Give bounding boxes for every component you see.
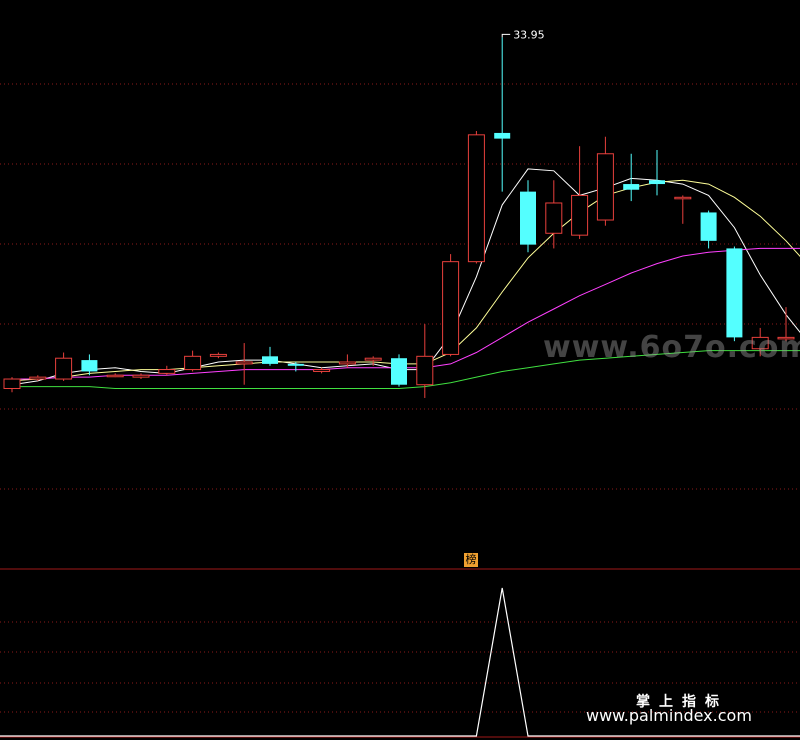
candle-body	[209, 353, 227, 357]
candle-body	[235, 361, 253, 365]
watermark: www.6o7o.com	[543, 330, 800, 365]
candle-body	[391, 358, 407, 385]
candle-body	[494, 132, 511, 139]
candle	[313, 367, 331, 374]
candle	[132, 373, 150, 380]
candle-body	[416, 355, 434, 386]
candle-body	[467, 134, 485, 263]
candle	[29, 375, 47, 381]
candle-body	[29, 376, 47, 380]
candle	[106, 373, 124, 378]
candle	[262, 346, 278, 366]
candle	[649, 149, 665, 196]
candle-body	[364, 357, 382, 361]
candle-body	[184, 355, 202, 371]
candle-body	[700, 212, 717, 241]
candle-body	[649, 180, 665, 185]
candle	[235, 343, 253, 385]
candle	[571, 146, 589, 239]
candle	[391, 354, 407, 387]
candle-body	[623, 184, 640, 190]
candle-body	[287, 363, 304, 366]
candle	[158, 365, 176, 376]
candle	[209, 352, 227, 359]
max-price-leader	[501, 33, 511, 38]
indicator-badge: 榜	[464, 553, 478, 567]
candle	[55, 352, 73, 381]
candle-body	[442, 261, 460, 355]
candle	[520, 180, 536, 253]
candle-body	[596, 153, 614, 221]
candle-body	[262, 356, 278, 364]
candle-body	[158, 369, 176, 374]
candle-body	[571, 194, 589, 236]
candle	[623, 153, 640, 202]
stock-chart: 33.95	[0, 28, 800, 738]
candle-body	[313, 369, 331, 372]
brand-url: www.palmindex.com	[586, 706, 752, 725]
candle-body	[3, 378, 21, 389]
candle-body	[106, 374, 124, 378]
candle	[674, 195, 692, 224]
candle	[184, 350, 202, 372]
candle-body	[520, 191, 536, 245]
candle-body	[726, 248, 743, 338]
candle-body	[674, 196, 692, 200]
candle	[442, 254, 460, 357]
candle	[81, 354, 98, 376]
max-price-label: 33.95	[513, 28, 545, 41]
candle-body	[55, 357, 73, 380]
candle-body	[81, 360, 98, 372]
candle	[596, 136, 614, 226]
candle	[494, 37, 511, 192]
candle	[726, 246, 743, 342]
candle-body	[132, 374, 150, 378]
candle-body	[338, 361, 356, 365]
candle	[700, 210, 717, 249]
grid-lines	[0, 83, 800, 738]
max-price-marker: 33.95	[501, 28, 545, 41]
candle	[3, 377, 21, 393]
candle-body	[545, 202, 563, 234]
candle	[467, 131, 485, 264]
